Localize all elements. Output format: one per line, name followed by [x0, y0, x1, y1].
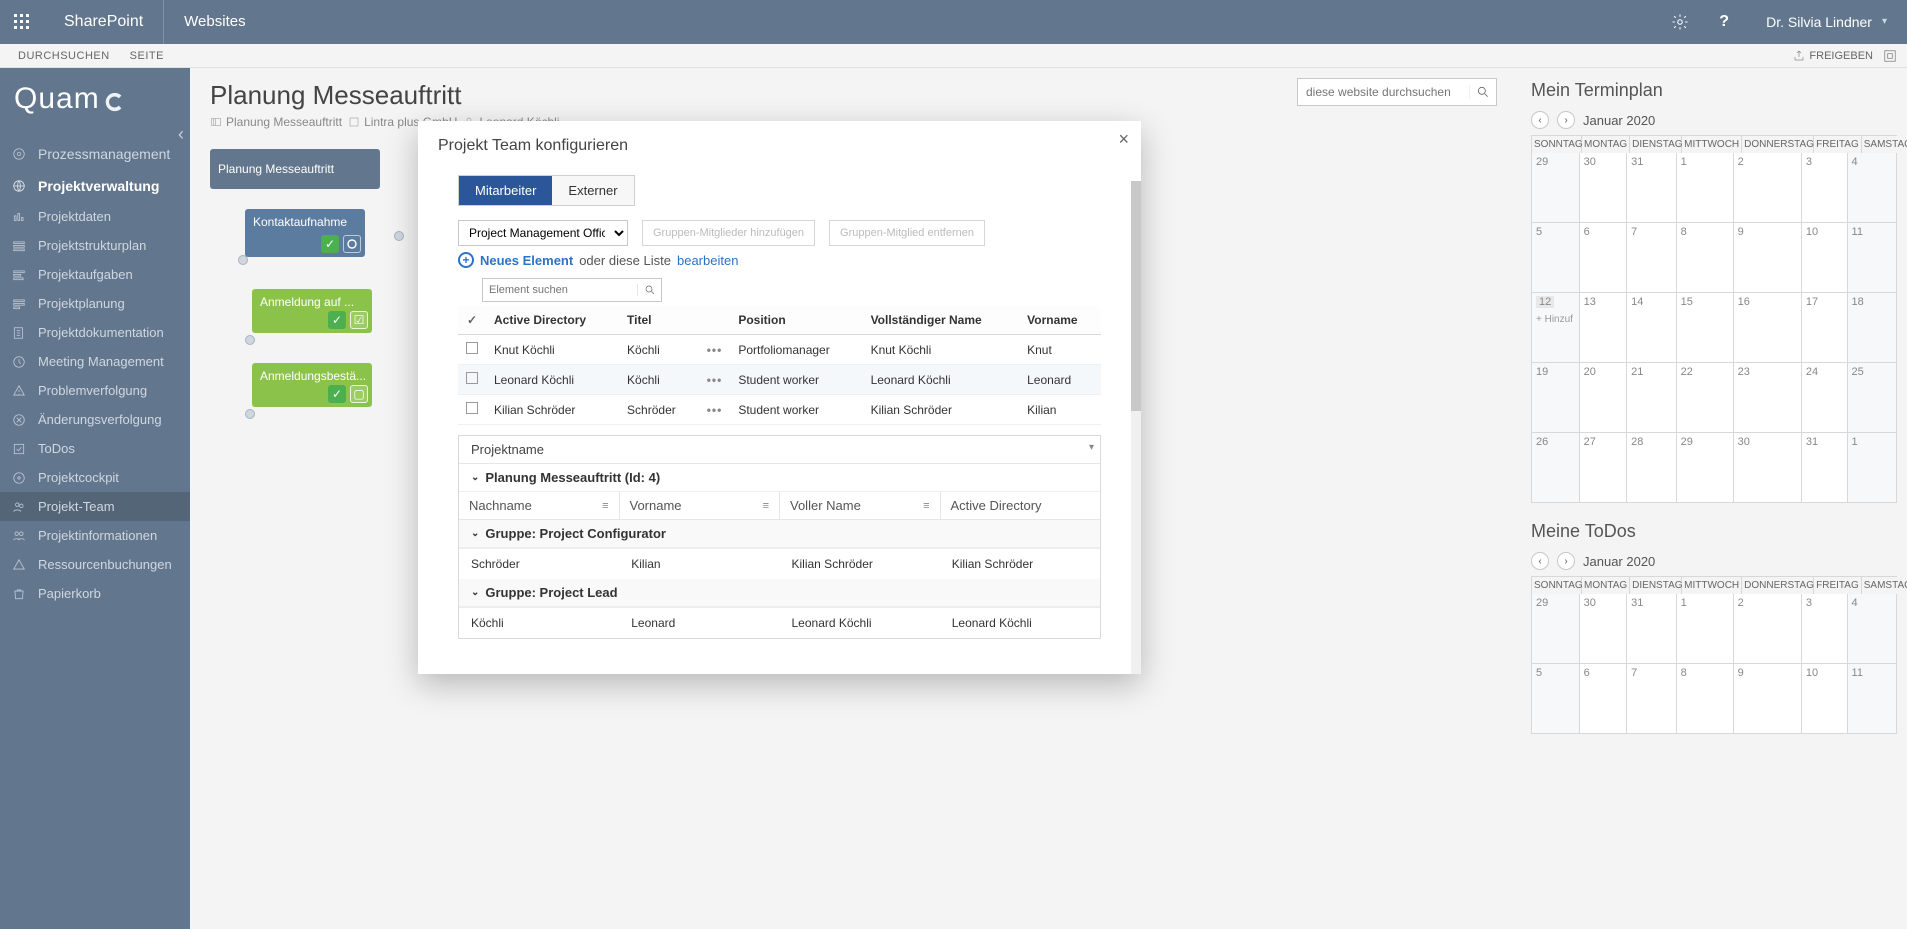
table-row[interactable]: Köchli Leonard Leonard Köchli Leonard Kö… — [459, 608, 1100, 639]
scrollbar-track[interactable] — [1131, 181, 1141, 674]
modal: × Projekt Team konfigurieren Mitarbeiter… — [418, 121, 1141, 674]
search-icon[interactable] — [637, 284, 661, 296]
chevron-down-icon: ⌄ — [471, 587, 479, 598]
table-header[interactable]: Vollständiger Name — [863, 306, 1020, 335]
table-header[interactable]: Active Directory — [486, 306, 619, 335]
filter-icon[interactable]: ≡ — [923, 500, 929, 512]
table-header[interactable]: Titel — [619, 306, 699, 335]
table-row[interactable]: Knut KöchliKöchli•••PortfoliomanagerKnut… — [458, 335, 1101, 365]
table-row[interactable]: Leonard KöchliKöchli•••Student workerLeo… — [458, 365, 1101, 395]
edit-list-link[interactable]: bearbeiten — [677, 253, 738, 268]
sub-columns: Nachname≡ Vorname≡ Voller Name≡ Active D… — [459, 492, 1100, 520]
table-row[interactable]: Kilian SchröderSchröder•••Student worker… — [458, 395, 1101, 425]
row-checkbox[interactable] — [466, 342, 478, 354]
element-search-input[interactable] — [483, 284, 637, 296]
subgroup-table: Schröder Kilian Kilian Schröder Kilian S… — [459, 548, 1100, 579]
modal-tabs: Mitarbeiter Externer — [458, 175, 635, 206]
people-table: ✓ Active Directory Titel Position Vollst… — [458, 306, 1101, 425]
table-header[interactable]: Position — [730, 306, 862, 335]
row-checkbox[interactable] — [466, 372, 478, 384]
table-row[interactable]: Schröder Kilian Kilian Schröder Kilian S… — [459, 549, 1100, 580]
table-header-actions — [699, 306, 731, 335]
subgroup-row[interactable]: ⌄ Gruppe: Project Configurator — [459, 520, 1100, 548]
subgroup-table: Köchli Leonard Leonard Köchli Leonard Kö… — [459, 607, 1100, 638]
more-icon[interactable]: ••• — [707, 343, 723, 357]
sub-col[interactable]: Active Directory — [941, 492, 1101, 519]
filter-icon[interactable]: ≡ — [763, 500, 769, 512]
remove-member-button[interactable]: Gruppen-Mitglied entfernen — [829, 220, 985, 246]
tab-mitarbeiter[interactable]: Mitarbeiter — [459, 176, 552, 205]
new-element-link[interactable]: Neues Element — [480, 253, 573, 268]
sub-col[interactable]: Nachname≡ — [459, 492, 620, 519]
modal-title: Projekt Team konfigurieren — [418, 121, 1141, 165]
modal-overlay: × Projekt Team konfigurieren Mitarbeiter… — [0, 0, 1907, 929]
filter-icon[interactable]: ≡ — [602, 500, 608, 512]
add-members-button[interactable]: Gruppen-Mitglieder hinzufügen — [642, 220, 815, 246]
table-header[interactable]: Vorname — [1019, 306, 1101, 335]
close-icon[interactable]: × — [1118, 129, 1129, 150]
chevron-down-icon: ⌄ — [471, 472, 479, 483]
group-select[interactable]: Project Management Office — [458, 220, 628, 246]
sub-col[interactable]: Vorname≡ — [620, 492, 781, 519]
plus-icon[interactable]: + — [458, 252, 474, 268]
new-element-text: oder diese Liste — [579, 253, 671, 268]
tab-externer[interactable]: Externer — [552, 176, 633, 205]
project-panel: Projektname ▾ ⌄ Planung Messeauftritt (I… — [458, 435, 1101, 639]
chevron-down-icon: ⌄ — [471, 528, 479, 539]
subgroup-row[interactable]: ⌄ Gruppe: Project Lead — [459, 579, 1100, 607]
panel-header[interactable]: Projektname ▾ — [459, 436, 1100, 464]
more-icon[interactable]: ••• — [707, 373, 723, 387]
chevron-down-icon[interactable]: ▾ — [1089, 442, 1094, 453]
group-row[interactable]: ⌄ Planung Messeauftritt (Id: 4) — [459, 464, 1100, 492]
scrollbar-thumb[interactable] — [1131, 181, 1141, 411]
row-checkbox[interactable] — [466, 402, 478, 414]
select-all-checkbox[interactable]: ✓ — [458, 306, 486, 335]
more-icon[interactable]: ••• — [707, 403, 723, 417]
sub-col[interactable]: Voller Name≡ — [780, 492, 941, 519]
element-search[interactable] — [482, 278, 662, 302]
